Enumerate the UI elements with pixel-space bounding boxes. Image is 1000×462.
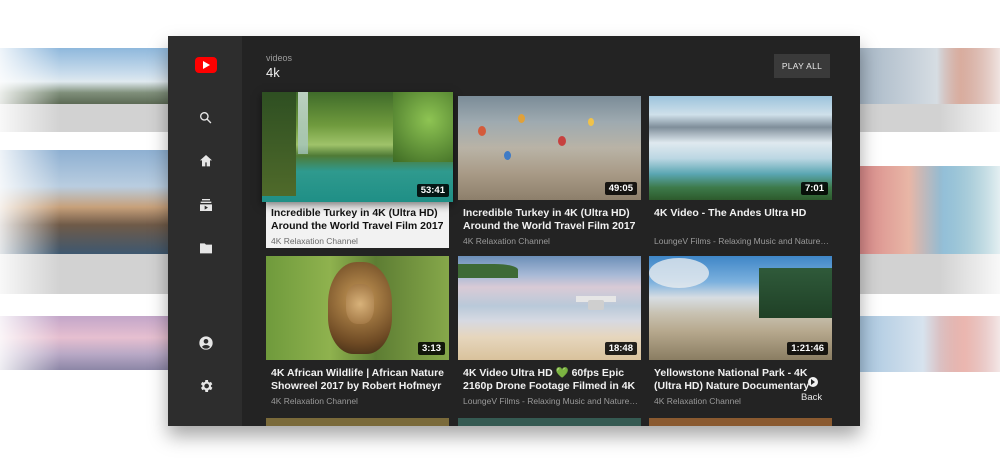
video-card[interactable]: 49:05 Incredible Turkey in 4K (Ultra HD)… (458, 96, 641, 248)
video-card[interactable]: 18:48 4K Video Ultra HD 💚 60fps Epic 216… (458, 256, 641, 408)
home-icon[interactable] (195, 150, 217, 172)
video-card[interactable]: 3:13 4K African Wildlife | African Natur… (266, 256, 449, 408)
video-channel: LoungeV Films - Relaxing Music and Natur… (463, 396, 639, 406)
video-channel: LoungeV Films - Relaxing Music and Natur… (654, 236, 830, 246)
settings-icon[interactable] (195, 375, 217, 397)
video-duration: 49:05 (604, 182, 637, 195)
subscriptions-icon[interactable] (195, 194, 217, 216)
video-card[interactable]: 1:21:46 Yellowstone National Park - 4K (… (649, 256, 832, 408)
video-thumbnail: 49:05 (458, 96, 641, 200)
video-title: Incredible Turkey in 4K (Ultra HD) Aroun… (271, 207, 444, 232)
video-thumbnail: 7:01 (649, 96, 832, 200)
video-channel: 4K Relaxation Channel (271, 236, 358, 246)
page-title: 4k (266, 65, 280, 80)
video-thumbnail-peek (649, 418, 832, 426)
video-channel: 4K Relaxation Channel (271, 396, 358, 406)
video-thumbnail: 18:48 (458, 256, 641, 360)
video-title: Yellowstone National Park - 4K (Ultra HD… (654, 367, 810, 392)
video-duration: 1:21:46 (787, 342, 828, 355)
youtube-logo-icon (195, 57, 217, 73)
video-title: Incredible Turkey in 4K (Ultra HD) Aroun… (463, 207, 636, 232)
section-label: videos (266, 53, 293, 63)
account-icon[interactable] (195, 332, 217, 354)
video-title: 4K Video Ultra HD 💚 60fps Epic 2160p Dro… (463, 367, 636, 392)
video-duration: 3:13 (417, 342, 445, 355)
video-channel: 4K Relaxation Channel (463, 236, 550, 246)
background-fade-left (0, 0, 60, 462)
video-title: 4K Video - The Andes Ultra HD (654, 207, 807, 219)
video-thumbnail: 1:21:46 (649, 256, 832, 360)
video-duration: 7:01 (800, 182, 828, 195)
tv-app-window: videos 4k PLAY ALL 53:41 Incredible Turk… (168, 36, 860, 426)
video-thumbnail: 53:41 (262, 92, 453, 202)
video-duration: 53:41 (416, 184, 449, 197)
video-thumbnail-peek (458, 418, 641, 426)
video-thumbnail: 3:13 (266, 256, 449, 360)
video-title: 4K African Wildlife | African Nature Sho… (271, 367, 445, 392)
library-icon[interactable] (195, 237, 217, 259)
video-thumbnail-peek (266, 418, 449, 426)
search-icon[interactable] (195, 107, 217, 129)
back-hint[interactable]: Back (801, 392, 822, 403)
play-all-button[interactable]: PLAY ALL (774, 54, 830, 78)
play-circle-icon (808, 377, 818, 387)
video-duration: 18:48 (604, 342, 637, 355)
video-card[interactable]: 53:41 Incredible Turkey in 4K (Ultra HD)… (262, 92, 453, 248)
sidebar-nav (168, 36, 242, 426)
background-fade-right (940, 0, 1000, 462)
video-card[interactable]: 7:01 4K Video - The Andes Ultra HD Loung… (649, 96, 832, 248)
